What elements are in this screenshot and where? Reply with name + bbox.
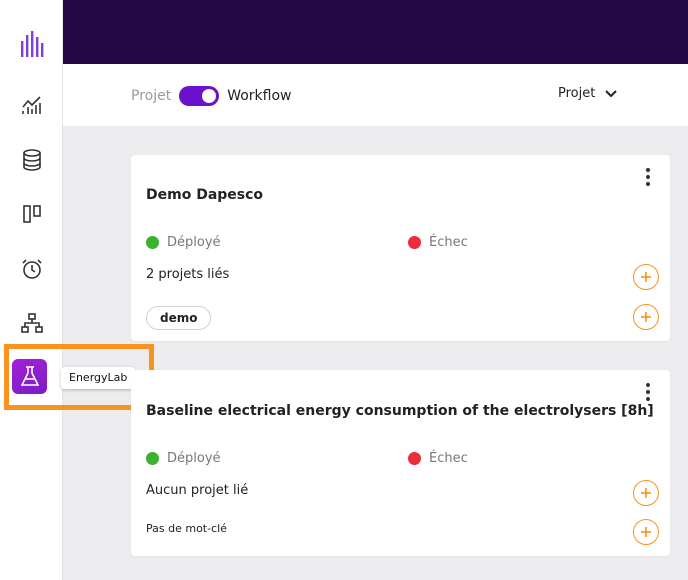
more-options-icon[interactable] xyxy=(640,382,656,402)
sidebar xyxy=(0,0,63,580)
red-dot-icon xyxy=(408,236,421,249)
status-failed-label: Échec xyxy=(429,235,468,250)
top-bar xyxy=(63,0,688,64)
card-title: Demo Dapesco xyxy=(146,187,263,203)
add-tag-button[interactable] xyxy=(633,304,659,330)
green-dot-icon xyxy=(146,452,159,465)
plus-icon xyxy=(640,526,652,538)
add-project-button[interactable] xyxy=(633,480,659,506)
status-failed: Échec xyxy=(408,451,468,466)
tag-chip[interactable]: demo xyxy=(146,306,211,330)
alarm-clock-icon[interactable] xyxy=(0,249,63,289)
no-keywords: Pas de mot-clé xyxy=(146,522,227,535)
red-dot-icon xyxy=(408,452,421,465)
status-deployed: Déployé xyxy=(146,451,221,466)
dropdown-label: Projet xyxy=(558,86,595,101)
more-options-icon[interactable] xyxy=(640,167,656,187)
workflow-card[interactable]: Demo Dapesco Déployé Échec 2 projets lié… xyxy=(131,155,670,341)
add-project-button[interactable] xyxy=(633,264,659,290)
chevron-down-icon xyxy=(605,90,617,98)
status-failed-label: Échec xyxy=(429,451,468,466)
status-deployed: Déployé xyxy=(146,235,221,250)
kanban-icon[interactable] xyxy=(0,194,63,234)
energylab-button[interactable] xyxy=(12,359,47,394)
view-toggle: Projet Workflow xyxy=(131,86,292,106)
status-deployed-label: Déployé xyxy=(167,235,221,250)
toggle-label-workflow[interactable]: Workflow xyxy=(227,88,291,104)
workflow-card[interactable]: Baseline electrical energy consumption o… xyxy=(131,370,670,556)
database-icon[interactable] xyxy=(0,140,63,180)
green-dot-icon xyxy=(146,236,159,249)
plus-icon xyxy=(640,271,652,283)
network-icon[interactable] xyxy=(0,303,63,343)
plus-icon xyxy=(640,487,652,499)
card-title: Baseline electrical energy consumption o… xyxy=(146,403,654,419)
projet-dropdown[interactable]: Projet xyxy=(558,86,617,101)
linked-projects: Aucun projet lié xyxy=(146,483,248,498)
chart-line-icon[interactable] xyxy=(0,85,63,125)
status-failed: Échec xyxy=(408,235,468,250)
energylab-tooltip: EnergyLab xyxy=(61,367,135,389)
logo-bars-icon[interactable] xyxy=(0,24,63,64)
linked-projects: 2 projets liés xyxy=(146,267,229,282)
flask-icon xyxy=(21,366,39,388)
toggle-label-projet[interactable]: Projet xyxy=(131,88,171,104)
add-tag-button[interactable] xyxy=(633,519,659,545)
switch-knob xyxy=(202,89,216,103)
plus-icon xyxy=(640,311,652,323)
status-deployed-label: Déployé xyxy=(167,451,221,466)
projet-workflow-switch[interactable] xyxy=(179,86,219,106)
